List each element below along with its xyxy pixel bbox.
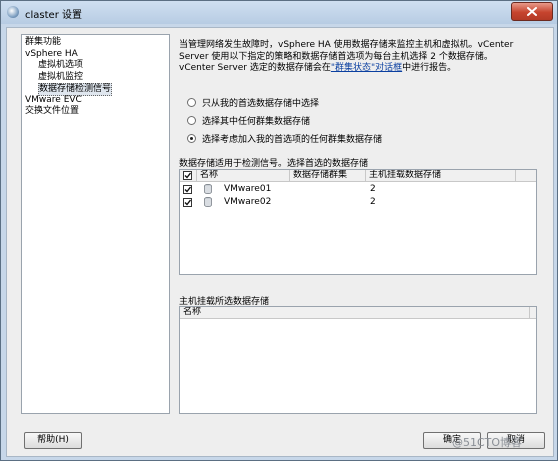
close-button[interactable] — [511, 2, 553, 21]
settings-tree: 群集功能 vSphere HA 虚拟机选项 虚拟机监控 数据存储检测信号 VMware E… — [21, 34, 170, 414]
sidebar-item[interactable]: 群集功能 — [25, 37, 61, 48]
sidebar-item[interactable]: VMware EVC — [25, 95, 82, 106]
datastores-label: 数据存储适用于检测信号。选择首选的数据存储 — [179, 159, 369, 169]
description-text: 当管理网络发生故障时，vSphere HA 使用数据存储来监控主机和虚拟机。vC… — [179, 40, 545, 75]
main-panel: 当管理网络发生故障时，vSphere HA 使用数据存储来监控主机和虚拟机。vC… — [175, 28, 549, 423]
radio-button[interactable] — [187, 97, 196, 107]
sidebar-item[interactable]: vSphere HA — [25, 49, 78, 60]
title-bar: claster 设置 — [1, 1, 557, 24]
radio-button[interactable] — [187, 115, 196, 125]
datastore-host-count: 2 — [370, 197, 376, 207]
table-row[interactable]: VMware02 2 — [180, 196, 536, 209]
cluster-status-link[interactable]: "群集状态"对话框 — [331, 63, 402, 73]
datastore-host-count: 2 — [370, 184, 376, 194]
datastore-name: VMware02 — [224, 197, 272, 207]
window-title: claster 设置 — [25, 10, 82, 21]
datastore-name: VMware01 — [224, 184, 272, 194]
radio-button[interactable] — [187, 133, 196, 143]
description-line-2: Server 使用以下指定的策略和数据存储首选项为每台主机选择 2 个数据存储。 — [179, 51, 493, 62]
column-name[interactable]: 名称 — [197, 170, 290, 181]
policy-option[interactable]: 只从我的首选数据存储中选择 — [187, 96, 320, 109]
datastore-list-header: 名称 数据存储群集 主机挂载数据存储 — [180, 170, 536, 182]
help-button[interactable]: 帮助(H) — [24, 432, 82, 449]
close-icon — [527, 7, 537, 16]
sidebar-item[interactable]: 虚拟机监控 — [38, 72, 83, 83]
hosts-column-name[interactable]: 名称 — [180, 307, 530, 318]
column-datastore-cluster[interactable]: 数据存储群集 — [290, 170, 366, 181]
policy-option-label: 只从我的首选数据存储中选择 — [202, 98, 320, 109]
datastore-checkbox[interactable] — [183, 198, 192, 207]
column-hosts-mounting[interactable]: 主机挂载数据存储 — [366, 170, 516, 181]
app-icon — [7, 6, 19, 18]
hosts-list[interactable]: 名称 — [179, 306, 537, 414]
policy-option[interactable]: 选择其中任何群集数据存储 — [187, 114, 311, 127]
dialog-client-area: 群集功能 vSphere HA 虚拟机选项 虚拟机监控 数据存储检测信号 VMware E… — [6, 27, 554, 457]
settings-dialog: claster 设置 群集功能 vSphere HA 虚拟机选项 虚拟机监控 数据存储检… — [0, 0, 558, 461]
policy-option-label: 选择其中任何群集数据存储 — [202, 116, 311, 127]
description-line-3-suffix: 中进行报告。 — [402, 63, 457, 73]
hosts-list-header: 名称 — [180, 307, 536, 319]
description-line-1: 当管理网络发生故障时，vSphere HA 使用数据存储来监控主机和虚拟机。vC… — [179, 40, 514, 50]
header-checkbox-column — [180, 170, 197, 181]
datastore-icon — [204, 184, 212, 194]
sidebar-item[interactable]: 虚拟机选项 — [38, 60, 83, 71]
datastore-icon — [204, 197, 212, 207]
policy-option-label: 选择考虑加入我的首选项的任何群集数据存储 — [202, 134, 383, 145]
description-line-3-prefix: vCenter Server 选定的数据存储会在 — [179, 63, 331, 73]
datastore-list[interactable]: 名称 数据存储群集 主机挂载数据存储 VMware01 2 VMware02 2 — [179, 169, 537, 275]
datastore-checkbox[interactable] — [183, 185, 192, 194]
table-row[interactable]: VMware01 2 — [180, 183, 536, 196]
watermark: @51CTO博客 — [452, 436, 523, 449]
select-all-checkbox[interactable] — [183, 171, 192, 180]
description-line-3: vCenter Server 选定的数据存储会在"群集状态"对话框中进行报告。 — [179, 63, 545, 75]
policy-option[interactable]: 选择考虑加入我的首选项的任何群集数据存储 — [187, 132, 383, 145]
sidebar-item[interactable]: 交换文件位置 — [25, 106, 79, 117]
